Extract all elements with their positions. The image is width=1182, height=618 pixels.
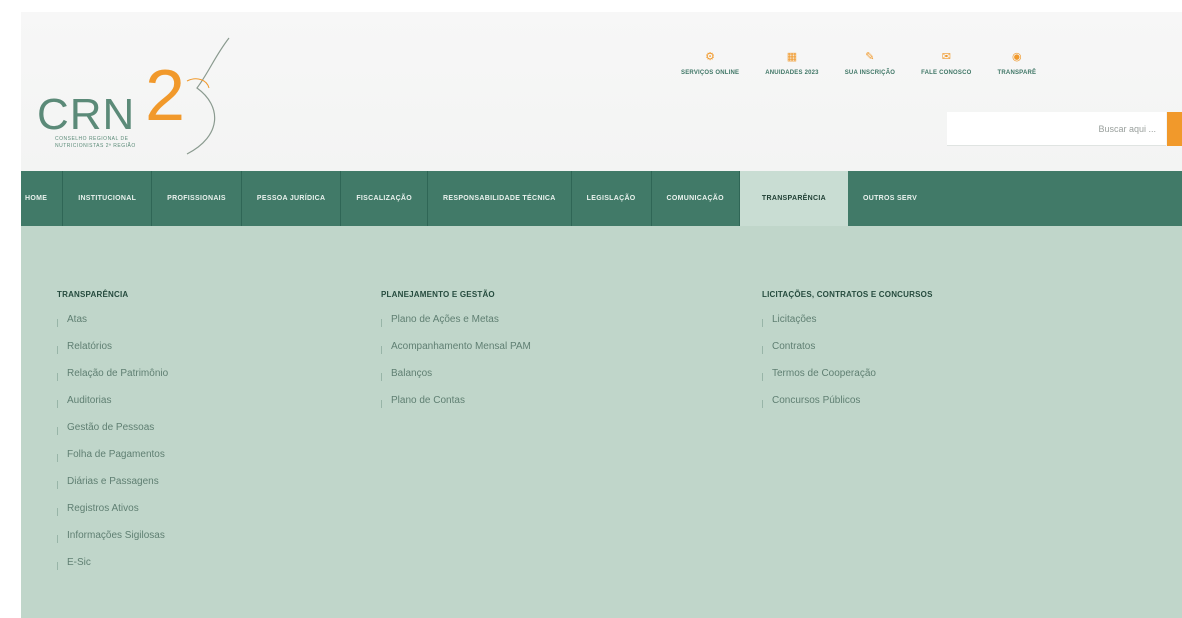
top-link-label: Anuidades 2023 bbox=[765, 70, 819, 76]
menu-item-relatorios[interactable]: Relatórios bbox=[57, 341, 168, 368]
menu-item-registros-ativos[interactable]: Registros Ativos bbox=[57, 503, 168, 530]
menu-item-balancos[interactable]: Balanços bbox=[381, 368, 531, 395]
menu-item-concursos-publicos[interactable]: Concursos Públicos bbox=[762, 395, 933, 422]
menu-item-plano-de-acoes-e-metas[interactable]: Plano de Ações e Metas bbox=[381, 314, 531, 341]
site-header: CRN 2 Conselho Regional de Nutricionista… bbox=[21, 12, 1182, 171]
menu-item-gestao-de-pessoas[interactable]: Gestão de Pessoas bbox=[57, 422, 168, 449]
top-link-anuidades[interactable]: ▦ Anuidades 2023 bbox=[765, 50, 818, 90]
transparency-icon: ◉ bbox=[1012, 51, 1022, 63]
nav-item-pessoa-juridica[interactable]: Pessoa Jurídica bbox=[242, 171, 342, 226]
top-link-servicos-online[interactable]: ⚙ Serviços Online bbox=[681, 50, 739, 90]
top-link-label: Sua Inscrição bbox=[844, 70, 896, 76]
search-box bbox=[947, 112, 1166, 146]
nav-item-home[interactable]: Home bbox=[21, 171, 64, 226]
menu-item-termos-de-cooperacao[interactable]: Termos de Cooperação bbox=[762, 368, 933, 395]
crn2-logo[interactable]: CRN 2 Conselho Regional de Nutricionista… bbox=[37, 36, 237, 156]
pencil-icon: ✎ bbox=[865, 51, 875, 63]
search-button[interactable] bbox=[1167, 112, 1182, 146]
calendar-icon: ▦ bbox=[786, 51, 798, 63]
top-link-fale-conosco[interactable]: ✉ Fale Conosco bbox=[921, 50, 971, 90]
menu-column-title: Licitações, Contratos e Concursos bbox=[762, 290, 933, 299]
menu-item-atas[interactable]: Atas bbox=[57, 314, 168, 341]
menu-item-relacao-de-patrimonio[interactable]: Relação de Patrimônio bbox=[57, 368, 168, 395]
menu-column-planejamento: Planejamento e Gestão Plano de Ações e M… bbox=[381, 290, 531, 422]
logo-text: CRN bbox=[37, 90, 136, 139]
nav-item-institucional[interactable]: Institucional bbox=[63, 171, 153, 226]
menu-item-diarias-e-passagens[interactable]: Diárias e Passagens bbox=[57, 476, 168, 503]
services-icon: ⚙ bbox=[705, 51, 716, 63]
chat-icon: ✉ bbox=[941, 51, 951, 63]
transparencia-dropdown-menu: Transparência Atas Relatórios Relação de… bbox=[21, 226, 1182, 618]
menu-item-acompanhamento-mensal-pam[interactable]: Acompanhamento Mensal PAM bbox=[381, 341, 531, 368]
nav-item-fiscalizacao[interactable]: Fiscalização bbox=[341, 171, 429, 226]
menu-column-title: Planejamento e Gestão bbox=[381, 290, 495, 299]
menu-item-folha-de-pagamentos[interactable]: Folha de Pagamentos bbox=[57, 449, 168, 476]
top-link-label: Fale Conosco bbox=[921, 70, 972, 76]
top-link-transparencia[interactable]: ◉ Transparê bbox=[998, 50, 1037, 90]
top-link-label: Serviços Online bbox=[681, 70, 740, 76]
page: CRN 2 Conselho Regional de Nutricionista… bbox=[21, 12, 1182, 618]
menu-item-licitacoes[interactable]: Licitações bbox=[762, 314, 933, 341]
menu-column-licitacoes: Licitações, Contratos e Concursos Licita… bbox=[762, 290, 933, 422]
nav-item-outros-servicos[interactable]: Outros Serv bbox=[848, 171, 932, 226]
nav-item-legislacao[interactable]: Legislação bbox=[572, 171, 652, 226]
top-link-label: Transparê bbox=[997, 70, 1037, 76]
nav-item-responsabilidade-tecnica[interactable]: Responsabilidade Técnica bbox=[428, 171, 572, 226]
menu-column-title: Transparência bbox=[57, 290, 129, 299]
menu-column-transparencia: Transparência Atas Relatórios Relação de… bbox=[57, 290, 168, 584]
logo-subtitle: Conselho Regional de Nutricionistas 2ª R… bbox=[55, 136, 136, 149]
menu-item-e-sic[interactable]: E-Sic bbox=[57, 557, 168, 584]
menu-item-auditorias[interactable]: Auditorias bbox=[57, 395, 168, 422]
menu-item-plano-de-contas[interactable]: Plano de Contas bbox=[381, 395, 531, 422]
nav-item-comunicacao[interactable]: Comunicação bbox=[652, 171, 740, 226]
search-input[interactable] bbox=[947, 112, 1166, 145]
nav-item-transparencia[interactable]: Transparência bbox=[739, 171, 848, 226]
menu-item-informacoes-sigilosas[interactable]: Informações Sigilosas bbox=[57, 530, 168, 557]
main-nav: Home Institucional Profissionais Pessoa … bbox=[21, 171, 1182, 226]
logo-number: 2 bbox=[145, 56, 186, 136]
menu-item-contratos[interactable]: Contratos bbox=[762, 341, 933, 368]
top-link-sua-inscricao[interactable]: ✎ Sua Inscrição bbox=[845, 50, 895, 90]
nav-item-profissionais[interactable]: Profissionais bbox=[152, 171, 242, 226]
top-links: ⚙ Serviços Online ▦ Anuidades 2023 ✎ Sua… bbox=[681, 50, 1062, 90]
